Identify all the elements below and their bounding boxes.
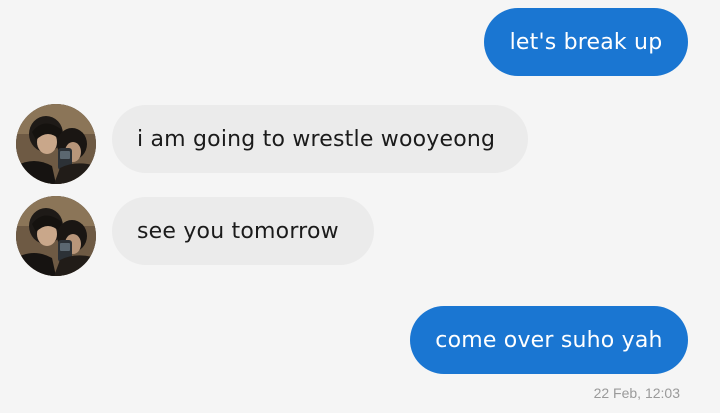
message-timestamp: 22 Feb, 12:03 bbox=[593, 385, 680, 401]
contact-avatar[interactable] bbox=[16, 196, 96, 276]
message-text: come over suho yah bbox=[435, 327, 663, 353]
received-message-bubble[interactable]: i am going to wrestle wooyeong bbox=[112, 105, 528, 173]
avatar-photo-icon bbox=[16, 196, 96, 276]
sent-message-bubble[interactable]: come over suho yah bbox=[410, 306, 688, 374]
contact-avatar[interactable] bbox=[16, 104, 96, 184]
sent-message-bubble[interactable]: let's break up bbox=[484, 8, 688, 76]
message-text: see you tomorrow bbox=[137, 218, 339, 244]
avatar-photo-icon bbox=[16, 104, 96, 184]
message-text: i am going to wrestle wooyeong bbox=[137, 126, 496, 152]
message-text: let's break up bbox=[509, 29, 663, 55]
received-message-bubble[interactable]: see you tomorrow bbox=[112, 197, 374, 265]
